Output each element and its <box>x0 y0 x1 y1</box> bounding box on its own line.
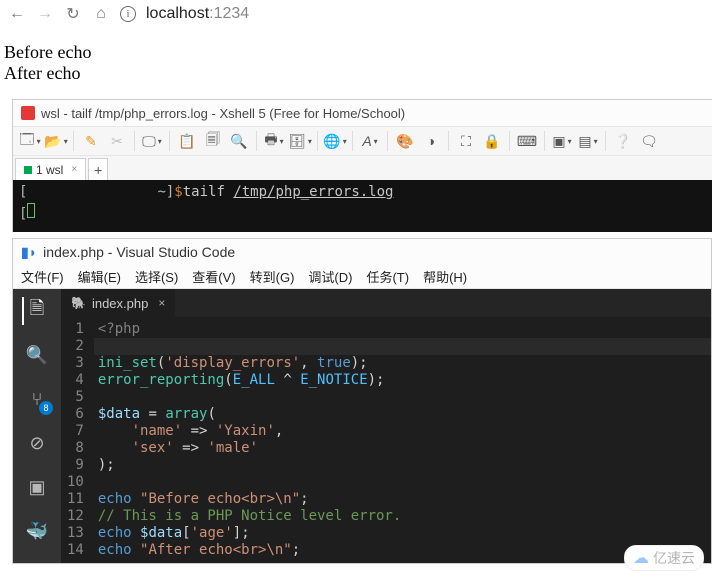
menu-tasks[interactable]: 任务(T) <box>366 267 409 286</box>
xshell-app-icon <box>21 106 35 120</box>
vscode-titlebar: ▮◗ index.php - Visual Studio Code <box>13 239 711 265</box>
font-button[interactable]: A <box>359 130 381 152</box>
debug-icon[interactable]: ⊘ <box>23 429 51 457</box>
terminal-command: tailf <box>183 184 234 200</box>
editor-tab-indexphp[interactable]: 🐘 index.php × <box>61 289 175 317</box>
toolbar-separator <box>169 131 170 151</box>
print-button[interactable]: 🖶 <box>263 130 285 152</box>
xshell-window: wsl - tailf /tmp/php_errors.log - Xshell… <box>12 99 712 232</box>
editor-tab-label: index.php <box>92 296 148 311</box>
toolbar-separator <box>317 131 318 151</box>
arrange-button[interactable]: ▣ <box>551 130 573 152</box>
xshell-new-tab[interactable]: + <box>88 158 108 180</box>
keyboard-button[interactable]: ⌨ <box>516 130 538 152</box>
xshell-tab-label: 1 wsl <box>36 163 63 177</box>
xshell-title-text: wsl - tailf /tmp/php_errors.log - Xshell… <box>41 106 405 121</box>
palette-button[interactable]: ◑ <box>420 130 442 152</box>
code-content[interactable]: <?php ini_set('display_errors', true); e… <box>94 317 711 563</box>
explorer-icon[interactable]: 🗎 <box>22 297 50 325</box>
toolbar-separator <box>448 131 449 151</box>
scm-badge: 8 <box>39 401 53 415</box>
color-scheme-button[interactable]: 🎨 <box>394 130 416 152</box>
fullscreen-button[interactable]: ⛶ <box>455 130 477 152</box>
page-content: Before echo After echo <box>0 28 720 91</box>
tab-close-icon[interactable]: × <box>158 296 165 310</box>
page-line-2: After echo <box>4 63 716 84</box>
terminal-path: /tmp/php_errors.log <box>233 184 393 200</box>
prompt-dollar: $ <box>174 184 182 200</box>
code-editor[interactable]: 1234567891011121314 <?php ini_set('displ… <box>61 317 711 563</box>
prompt-open-2: [ <box>19 206 27 222</box>
menu-file[interactable]: 文件(F) <box>21 267 64 286</box>
toolbar-separator <box>73 131 74 151</box>
copy-button[interactable]: 🗐 <box>202 130 224 152</box>
menu-selection[interactable]: 选择(S) <box>135 267 178 286</box>
terminal-output[interactable]: [ ~]$tailf /tmp/php_errors.log [ <box>13 180 712 232</box>
prompt-open: [ <box>19 184 27 200</box>
address-bar[interactable]: localhost:1234 <box>146 5 249 23</box>
new-session-button[interactable]: 🗔 <box>19 130 41 152</box>
xshell-tab-wsl[interactable]: 1 wsl × <box>15 158 86 180</box>
toolbar-separator <box>544 131 545 151</box>
open-session-button[interactable]: 📂 <box>45 130 67 152</box>
home-button[interactable]: ⌂ <box>92 5 110 23</box>
activity-bar: 🗎 🔍 ⑂8 ⊘ ▣ 🐳 <box>13 289 61 563</box>
tab-close-icon[interactable]: × <box>71 164 77 175</box>
address-port: :1234 <box>209 5 249 22</box>
menu-help[interactable]: 帮助(H) <box>423 267 467 286</box>
highlight-button[interactable]: ✎ <box>80 130 102 152</box>
toolbar-separator <box>605 131 606 151</box>
cut-button[interactable]: ✂ <box>106 130 128 152</box>
site-info-icon[interactable]: i <box>120 6 136 22</box>
lock-button[interactable]: 🔒 <box>481 130 503 152</box>
reload-button[interactable]: ↻ <box>64 4 82 24</box>
xshell-titlebar: wsl - tailf /tmp/php_errors.log - Xshell… <box>13 100 712 126</box>
reconnect-button[interactable]: 🖵 <box>141 130 163 152</box>
language-button[interactable]: 🌐 <box>324 130 346 152</box>
extensions-icon[interactable]: ▣ <box>23 473 51 501</box>
menu-debug[interactable]: 调试(D) <box>308 267 352 286</box>
cloud-icon: ☁ <box>633 548 649 568</box>
watermark-text: 亿速云 <box>653 548 695 568</box>
address-host: localhost <box>146 5 209 22</box>
browser-nav-bar: ← → ↻ ⌂ i localhost:1234 <box>0 0 720 28</box>
toolbar-separator <box>134 131 135 151</box>
toolbar-separator <box>509 131 510 151</box>
chat-button[interactable]: 🗨 <box>638 130 660 152</box>
line-gutter: 1234567891011121314 <box>61 317 94 563</box>
back-button[interactable]: ← <box>8 5 26 23</box>
toolbar-separator <box>352 131 353 151</box>
scm-icon[interactable]: ⑂8 <box>23 385 51 413</box>
watermark: ☁ 亿速云 <box>624 545 704 571</box>
php-file-icon: 🐘 <box>71 296 86 310</box>
find-button[interactable]: 🔍 <box>228 130 250 152</box>
cascade-button[interactable]: ▤ <box>577 130 599 152</box>
vscode-window: ▮◗ index.php - Visual Studio Code 文件(F) … <box>12 238 712 564</box>
toolbar-separator <box>387 131 388 151</box>
menu-edit[interactable]: 编辑(E) <box>78 267 121 286</box>
toolbar-separator <box>256 131 257 151</box>
vscode-logo-icon: ▮◗ <box>21 244 37 261</box>
page-line-1: Before echo <box>4 42 716 63</box>
vscode-menubar: 文件(F) 编辑(E) 选择(S) 查看(V) 转到(G) 调试(D) 任务(T… <box>13 265 711 289</box>
paste-button[interactable]: 📋 <box>176 130 198 152</box>
docker-icon[interactable]: 🐳 <box>23 517 51 545</box>
vscode-title-text: index.php - Visual Studio Code <box>43 244 235 260</box>
xshell-tabstrip: 1 wsl × + <box>13 156 712 180</box>
help-button[interactable]: ❔ <box>612 130 634 152</box>
vscode-body: 🗎 🔍 ⑂8 ⊘ ▣ 🐳 🐘 index.php × 1234567891011… <box>13 289 711 563</box>
tab-status-icon <box>24 166 32 174</box>
forward-button[interactable]: → <box>36 5 54 23</box>
prompt-pwd: ~] <box>157 184 174 200</box>
menu-go[interactable]: 转到(G) <box>250 267 295 286</box>
search-icon[interactable]: 🔍 <box>23 341 51 369</box>
editor-tabstrip: 🐘 index.php × <box>61 289 711 317</box>
properties-button[interactable]: 🗄 <box>289 130 311 152</box>
terminal-cursor <box>27 203 35 218</box>
editor-group: 🐘 index.php × 1234567891011121314 <?php … <box>61 289 711 563</box>
menu-view[interactable]: 查看(V) <box>192 267 235 286</box>
xshell-toolbar: 🗔 📂 ✎ ✂ 🖵 📋 🗐 🔍 🖶 🗄 🌐 A 🎨 ◑ ⛶ 🔒 ⌨ ▣ ▤ ❔ … <box>13 126 712 156</box>
